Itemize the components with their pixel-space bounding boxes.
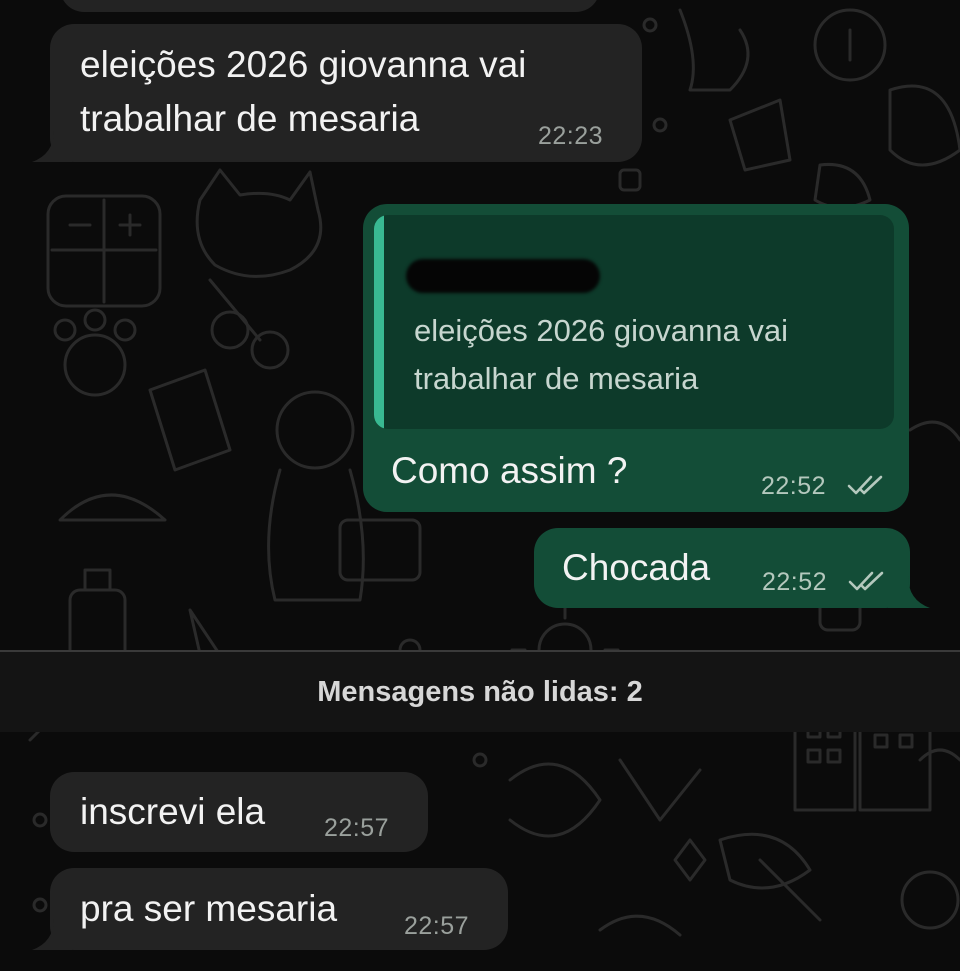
message-text: inscrevi ela bbox=[80, 791, 266, 832]
double-check-icon bbox=[848, 571, 884, 591]
message-text: eleições 2026 giovanna vai trabalhar de … bbox=[80, 44, 527, 139]
message-text: Como assim ? bbox=[391, 450, 628, 491]
outgoing-message-bubble[interactable]: eleições 2026 giovanna vai trabalhar de … bbox=[363, 204, 909, 512]
unread-messages-label: Mensagens não lidas: 2 bbox=[317, 676, 643, 708]
message-time: 22:52 bbox=[762, 568, 828, 596]
outgoing-message-bubble[interactable]: Chocada 22:52 bbox=[534, 528, 910, 608]
message-text: pra ser mesaria bbox=[80, 888, 338, 929]
bubble-tail bbox=[32, 130, 72, 162]
partial-message-bubble[interactable] bbox=[60, 0, 600, 12]
incoming-message-bubble[interactable]: eleições 2026 giovanna vai trabalhar de … bbox=[50, 24, 642, 162]
bubble-tail bbox=[32, 918, 72, 950]
incoming-message-bubble[interactable]: pra ser mesaria 22:57 bbox=[50, 868, 508, 950]
double-check-icon bbox=[847, 475, 883, 495]
incoming-message-bubble[interactable]: inscrevi ela 22:57 bbox=[50, 772, 428, 852]
reply-quote[interactable]: eleições 2026 giovanna vai trabalhar de … bbox=[374, 215, 894, 429]
message-text: Chocada bbox=[562, 547, 711, 588]
message-time: 22:57 bbox=[324, 814, 390, 842]
unread-messages-divider: Mensagens não lidas: 2 bbox=[0, 652, 960, 732]
message-time: 22:23 bbox=[538, 122, 604, 150]
message-time: 22:57 bbox=[404, 912, 470, 940]
message-time: 22:52 bbox=[761, 472, 827, 500]
quote-author-redacted bbox=[406, 259, 600, 293]
bubble-tail bbox=[888, 576, 930, 608]
quote-accent-bar bbox=[374, 215, 384, 429]
quote-text: eleições 2026 giovanna vai trabalhar de … bbox=[414, 313, 788, 396]
